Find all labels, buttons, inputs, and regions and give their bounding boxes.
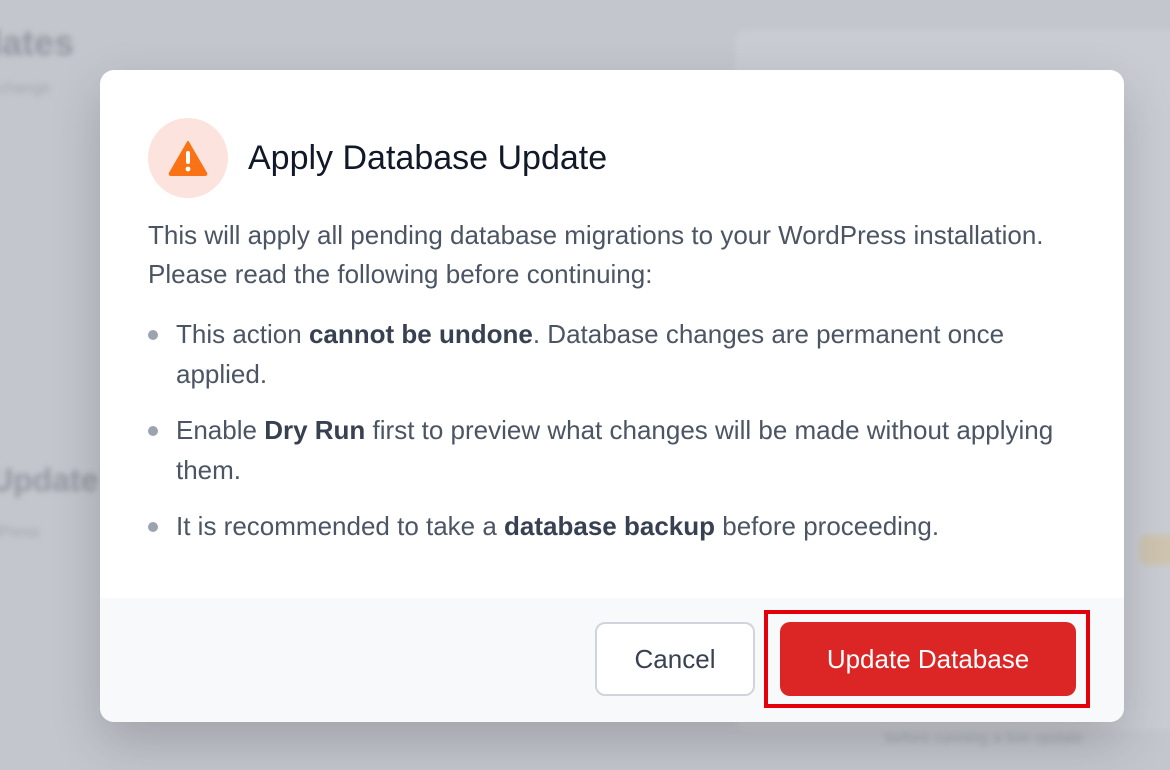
update-database-button[interactable]: Update Database	[780, 622, 1076, 696]
background-panel-footer: before running a live update	[885, 730, 1084, 747]
list-item: This action cannot be undone. Database c…	[148, 314, 1076, 394]
warning-icon-badge	[148, 118, 228, 198]
list-item-emphasis: Dry Run	[264, 415, 366, 445]
bullet-dot	[148, 522, 158, 532]
list-item: Enable Dry Run first to preview what cha…	[148, 410, 1076, 490]
cancel-button[interactable]: Cancel	[595, 622, 755, 696]
background-section-line: dPress	[0, 524, 40, 541]
bullet-dot	[148, 330, 158, 340]
background-section-title: Update	[0, 462, 99, 498]
list-item-emphasis: database backup	[504, 511, 716, 541]
dialog-description: This will apply all pending database mig…	[148, 220, 1044, 289]
dialog-body: Apply Database Update This will apply al…	[100, 70, 1124, 598]
dialog-footer: Cancel Update Database	[100, 598, 1124, 722]
background-page-title: dates	[0, 22, 75, 63]
dialog-title: Apply Database Update	[248, 138, 608, 177]
background-badge	[1140, 535, 1170, 565]
confirm-dialog: Apply Database Update This will apply al…	[100, 70, 1124, 722]
list-item-text: This action	[176, 319, 309, 349]
list-item-text: Enable	[176, 415, 265, 445]
list-item: It is recommended to take a database bac…	[148, 506, 1076, 546]
list-item-text: It is recommended to take a	[176, 511, 505, 541]
dialog-header: Apply Database Update	[148, 118, 1076, 198]
bullet-dot	[148, 426, 158, 436]
list-item-emphasis: cannot be undone	[308, 319, 533, 349]
warning-list: This action cannot be undone. Database c…	[148, 314, 1076, 546]
warning-triangle-icon	[168, 141, 208, 176]
list-item-text: before proceeding.	[715, 511, 940, 541]
background-page-subtitle: l change	[0, 80, 51, 97]
